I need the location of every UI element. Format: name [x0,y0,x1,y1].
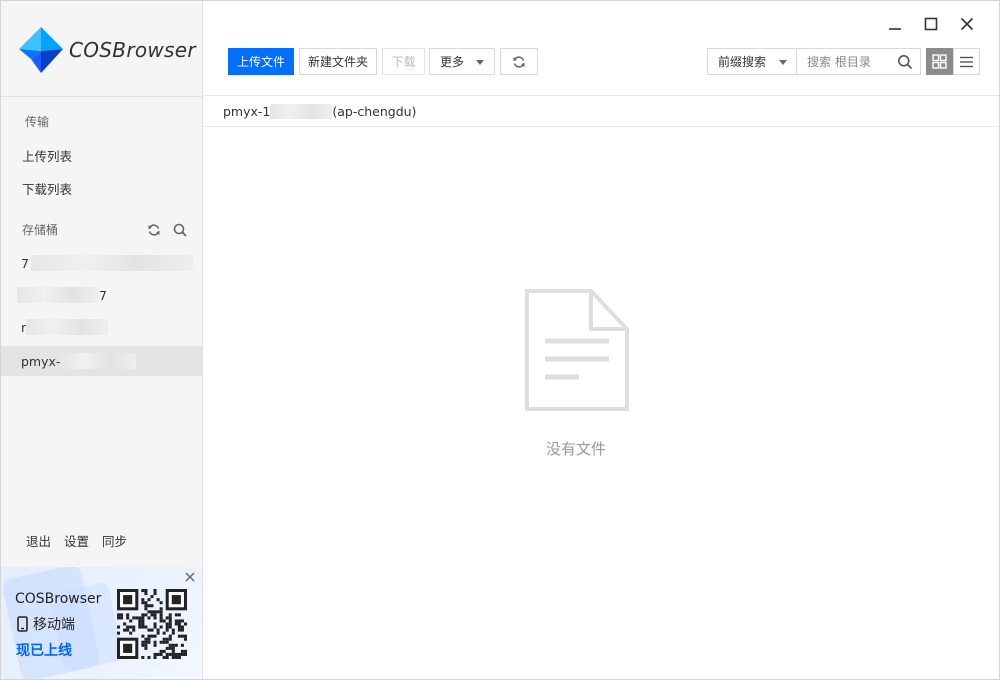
redacted-bucket-id [270,104,333,119]
promo-mobile: 移动端 [17,614,75,634]
sidebar-item-upload-list[interactable]: 上传列表 [22,146,72,165]
breadcrumb-divider [203,126,999,127]
more-dropdown[interactable]: 更多 [429,48,495,75]
bucket-item-active[interactable]: pmyx- [1,346,202,376]
settings-link[interactable]: 设置 [64,531,89,550]
breadcrumb-bucket: pmyx-1 [223,104,271,119]
promo-online: 现已上线 [16,643,72,659]
search-buckets-icon[interactable] [172,222,188,238]
empty-message: 没有文件 [545,440,606,458]
refresh-button[interactable] [500,48,538,75]
sidebar: COSBrowser 传输 上传列表 下载列表 存储桶 7 7 r pmyx- [1,1,203,679]
bucket-item[interactable]: 7 [1,248,202,278]
sidebar-bottom-links: 退出 设置 同步 [26,531,127,550]
toolbar-divider [203,95,999,96]
search-scope-select[interactable]: 前缀搜索 [707,48,797,75]
sidebar-divider [1,96,202,97]
empty-file-icon [525,289,629,411]
search-scope-label: 前缀搜索 [718,55,767,69]
promo-mobile-label: 移动端 [33,617,75,633]
upload-file-button[interactable]: 上传文件 [228,48,294,75]
sync-link[interactable]: 同步 [102,531,127,550]
grid-view-button[interactable] [926,48,953,75]
phone-icon [17,616,28,632]
app-logo: COSBrowser [17,25,196,75]
breadcrumb-region: (ap-chengdu) [332,104,417,119]
minimize-icon[interactable] [884,13,906,35]
list-view-button[interactable] [953,48,980,75]
bucket-name: pmyx- [21,353,61,369]
redacted-bucket-name [30,255,193,271]
breadcrumb[interactable]: pmyx-1 (ap-chengdu) [223,104,416,119]
close-promo-icon[interactable] [184,571,196,583]
more-label: 更多 [440,55,465,69]
sidebar-item-download-list[interactable]: 下载列表 [22,179,72,198]
mobile-promo-banner[interactable]: COSBrowser 移动端 现已上线 [1,567,202,679]
app-name: COSBrowser [69,38,196,62]
bucket-item[interactable]: r [1,312,202,342]
refresh-buckets-icon[interactable] [146,222,162,238]
close-window-icon[interactable] [956,13,978,35]
logout-link[interactable]: 退出 [26,531,51,550]
section-transfer: 传输 [25,115,50,129]
bucket-name: 7 [21,255,29,271]
maximize-icon[interactable] [920,13,942,35]
app-window: COSBrowser 传输 上传列表 下载列表 存储桶 7 7 r pmyx- [0,0,1000,680]
bucket-name: 7 [99,287,107,303]
main-panel: 上传文件 新建文件夹 下载 更多 前缀搜索 pmyx-1 (ap-chengdu… [203,1,999,679]
download-button[interactable]: 下载 [382,48,425,75]
qr-code-icon [117,589,187,659]
promo-title: COSBrowser [15,591,102,607]
new-folder-button[interactable]: 新建文件夹 [299,48,377,75]
section-buckets: 存储桶 [22,223,59,237]
refresh-icon [513,55,525,68]
caret-down-icon [476,60,484,65]
caret-down-icon [779,60,787,65]
grid-view-icon [932,54,947,69]
list-view-icon [960,56,973,67]
redacted-bucket-name [26,319,109,335]
redacted-bucket-name [17,287,99,303]
bucket-item[interactable]: 7 [1,280,202,310]
search-icon[interactable] [897,54,913,70]
redacted-bucket-name [60,353,137,369]
cos-logo-icon [19,27,63,73]
